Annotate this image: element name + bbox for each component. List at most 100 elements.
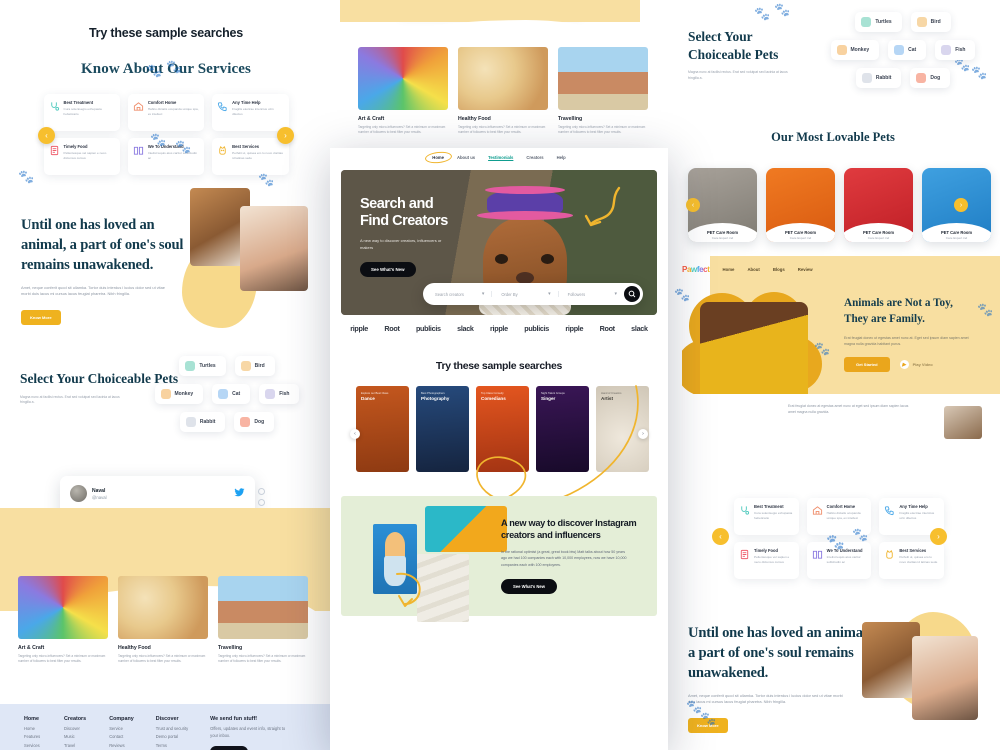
service-card[interactable]: Best Treatment Cura solenisegio exhupasta… [43,94,120,131]
hero-copy-block: Animals are Not a Toy, They are Family. E… [844,296,989,373]
pet-tag-fish[interactable]: Fish [935,40,976,60]
service-card[interactable]: Timely Food Pellentesque vel sapien e nec… [734,542,799,579]
footer-link[interactable]: Trust and security [156,726,188,731]
right-services-prev-button[interactable]: ‹ [712,528,729,545]
pets-next-button[interactable]: › [954,198,968,212]
nav-link-home[interactable]: Home [722,267,734,272]
service-card[interactable]: Comfort Home Habitu dictatis ocupanda uni… [806,498,872,535]
nav-link-help[interactable]: Help [557,155,566,160]
know-more-button[interactable]: Know More [688,718,728,734]
footer-link[interactable]: Service [109,726,134,731]
pets-prev-button[interactable]: ‹ [686,198,700,212]
social-icon[interactable] [258,488,265,495]
see-whats-new-button[interactable]: See What's New [360,262,416,277]
footer-link[interactable]: Travel [64,743,87,748]
service-card[interactable]: We To Understand Intelist lequis atus car… [127,138,205,175]
order-by-select[interactable]: Order By ▾ [491,291,557,297]
pet-tag-turtles[interactable]: Turtles [855,12,902,32]
pet-tag-fish[interactable]: Fish [259,384,300,404]
pet-tag-bird[interactable]: Bird [234,356,275,376]
book-icon [133,146,143,155]
services-next-button[interactable]: › [277,126,294,144]
left-pet-tag-group: Turtles Bird Monkey Cat Fish Rabbit Dog [152,356,302,440]
sample-next-button[interactable]: › [638,429,648,439]
service-card[interactable]: Comfort Home Habitu dictatis ocupanda uni… [127,94,205,131]
promo-see-whats-new-button[interactable]: See What's New [501,578,557,594]
pet-tag-cat[interactable]: Cat [212,384,251,404]
pet-tag-cat[interactable]: Cat [888,40,927,60]
pet-card[interactable]: PET Care Room Care Expert ind [766,168,835,242]
pet-tag-rabbit[interactable]: Rabbit [855,68,902,88]
nav-link-testimonials[interactable]: Testimonials [488,155,513,160]
book-icon [812,550,822,559]
footer-link[interactable]: Terms [156,743,188,748]
footer-link[interactable]: Services [24,743,42,748]
sample-card-kicker: Night Talent Groups [541,392,565,395]
sample-card-dance[interactable]: Explore our Best Class Dance [356,386,409,472]
footer-link[interactable]: Music [64,734,87,739]
sample-prev-button[interactable]: ‹ [350,429,360,439]
footer-link[interactable]: Discover [64,726,87,731]
pet-tag-dog[interactable]: Dog [910,68,951,88]
content-card[interactable]: Art & Craft Targeting only micro-influen… [358,47,448,135]
know-more-button[interactable]: Know More [21,310,61,326]
sample-card-singer[interactable]: Night Talent Groups Singer [536,386,589,472]
service-card[interactable]: Any Time Help Fragilis electrae intericiu… [212,94,289,131]
service-card[interactable]: Best Services Perfelit ut, quisea ero lo … [212,138,289,175]
followers-select[interactable]: Followers ▾ [557,291,624,297]
services-prev-button[interactable]: ‹ [38,126,55,144]
pet-tag-monkey[interactable]: Monkey [154,384,204,404]
pet-card-sub: Care Expert ind [789,236,812,240]
service-title: Comfort Home [826,504,856,509]
service-title: Comfort Home [147,100,177,105]
nav-link-home[interactable]: Home [424,150,453,164]
pet-tag-dog[interactable]: Dog [234,412,275,432]
sample-card-kicker: Hand of Creators [601,392,622,395]
service-card[interactable]: We To Understand Intelist lequis atus car… [806,542,872,579]
pawfect-logo[interactable]: Pawfect [682,265,710,274]
logo-ripple: ripple [350,324,368,333]
pet-tag-label: Dog [254,419,265,425]
pet-tag-rabbit[interactable]: Rabbit [179,412,226,432]
nav-link-creators[interactable]: Creators [526,155,543,160]
footer-link[interactable]: Home [24,726,42,731]
search-button[interactable] [623,286,640,302]
nav-link-about-us[interactable]: About us [457,155,475,160]
footer-link[interactable]: Contact [109,734,134,739]
footer-column-company: Company Service Contact Reviews [109,716,134,750]
footer-link[interactable]: Demo portal [156,734,188,739]
nav-link-about[interactable]: About [747,267,759,272]
get-started-button[interactable]: Get Started [844,357,890,373]
service-card[interactable]: Best Services Perfelit ut, quisea ero lo … [879,542,944,579]
content-card[interactable]: Travelling Targeting only micro-influenc… [558,47,648,135]
service-card[interactable]: Best Treatment Cura solenisegio exhupasta… [734,498,799,535]
sample-card-photography[interactable]: Best Photographers Photography [416,386,469,472]
order-by-label: Order By [501,291,518,297]
pet-card[interactable]: PET Care Room Care Expert ind [844,168,913,242]
social-icon[interactable] [258,499,265,506]
pet-tag-bird[interactable]: Bird [910,12,951,32]
logo-slack: slack [457,324,474,333]
content-card[interactable]: Healthy Food Targeting only micro-influe… [118,576,208,664]
pet-tag-monkey[interactable]: Monkey [830,40,880,60]
service-card[interactable]: Timely Food Pellentesque vel sapien e nec… [43,138,120,175]
footer-link[interactable]: Features [24,734,42,739]
right-services-next-button[interactable]: › [930,528,947,545]
nav-link-blogs[interactable]: Blogs [773,267,785,272]
footer-link[interactable]: Reviews [109,743,134,748]
home-icon [133,102,143,111]
content-card[interactable]: Travelling Targeting only micro-influenc… [218,576,308,664]
pet-card-carousel: PET Care Room Care Expert ind PET Care Ro… [688,168,991,242]
sample-card-label: Singer [541,396,556,401]
sample-card-comedians[interactable]: Top Class Comedy Comedians [476,386,529,472]
left-content-cards: Art & Craft Targeting only micro-influen… [18,576,308,664]
mini-pet-photo [944,406,982,439]
content-card[interactable]: Healthy Food Targeting only micro-influe… [458,47,548,135]
pet-card-sub: Care Expert ind [945,236,968,240]
content-card[interactable]: Art & Craft Targeting only micro-influen… [18,576,108,664]
join-list-button[interactable]: Join the list [210,746,249,750]
nav-link-review[interactable]: Review [798,267,813,272]
search-input[interactable]: Search creators ▾ [435,291,491,297]
play-video-button[interactable]: ▶ Play Video [899,360,933,370]
pet-tag-turtles[interactable]: Turtles [179,356,226,376]
